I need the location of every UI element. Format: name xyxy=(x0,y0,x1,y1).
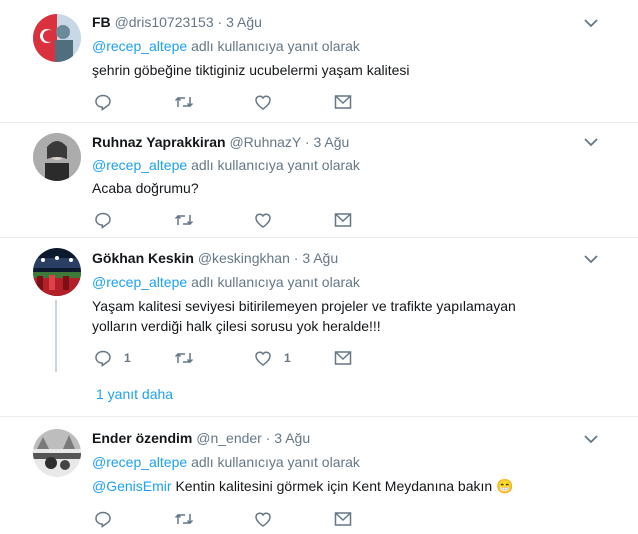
tweet-4[interactable]: Ender özendim @n_ender · 3 Ağu @recep_al… xyxy=(0,417,638,534)
reply-prefix: adlı kullanıcıya yanıt olarak xyxy=(191,274,360,290)
reply-icon xyxy=(95,350,111,367)
retweet-icon xyxy=(174,214,194,226)
reply-icon xyxy=(95,94,111,111)
reply-context: @recep_altepe adlı kullanıcıya yanıt ola… xyxy=(92,38,360,54)
handle[interactable]: @RuhnazY xyxy=(229,134,301,150)
dm-button[interactable] xyxy=(334,348,352,368)
tweet-text: @GenisEmir Kentin kalitesini görmek için… xyxy=(92,476,562,496)
retweet-button[interactable] xyxy=(174,348,194,368)
timestamp[interactable]: 3 Ağu xyxy=(274,430,310,446)
reply-button[interactable] xyxy=(94,210,112,230)
reply-context: @recep_altepe adlı kullanıcıya yanıt ola… xyxy=(92,274,360,290)
chevron-down-icon[interactable] xyxy=(584,254,598,264)
like-icon xyxy=(255,213,271,228)
timestamp[interactable]: 3 Ağu xyxy=(302,250,338,266)
retweet-button[interactable] xyxy=(174,92,194,112)
more-replies-link[interactable]: 1 yanıt daha xyxy=(96,386,173,402)
tweet-text: Yaşam kalitesi seviyesi bitirilemeyen pr… xyxy=(92,298,516,334)
reply-context: @recep_altepe adlı kullanıcıya yanıt ola… xyxy=(92,157,360,173)
dm-button[interactable] xyxy=(334,210,352,230)
display-name[interactable]: Ender özendim xyxy=(92,430,192,446)
like-button[interactable]: 1 xyxy=(254,348,291,368)
dm-icon xyxy=(334,213,352,227)
display-name[interactable]: FB xyxy=(92,14,111,30)
dm-button[interactable] xyxy=(334,509,352,529)
like-button[interactable] xyxy=(254,210,272,230)
reply-count: 1 xyxy=(124,351,131,365)
tweet-text: şehrin göbeğine tiktiginiz ucubelermi ya… xyxy=(92,62,410,78)
reply-icon xyxy=(95,212,111,229)
dm-icon xyxy=(334,351,352,365)
handle[interactable]: @keskingkhan xyxy=(198,250,290,266)
like-icon xyxy=(255,95,271,110)
tweet-2[interactable]: Ruhnaz Yaprakkiran @RuhnazY · 3 Ağu @rec… xyxy=(0,123,638,237)
dm-button[interactable] xyxy=(334,92,352,112)
reply-mention-link[interactable]: @recep_altepe xyxy=(92,157,187,173)
retweet-button[interactable] xyxy=(174,509,194,529)
timestamp[interactable]: 3 Ağu xyxy=(226,14,262,30)
avatar[interactable] xyxy=(33,133,81,181)
thread-line xyxy=(55,300,57,372)
reply-prefix: adlı kullanıcıya yanıt olarak xyxy=(191,454,360,470)
retweet-icon xyxy=(174,96,194,108)
tweet-actions xyxy=(92,210,572,230)
tweet-header: Ender özendim @n_ender · 3 Ağu xyxy=(92,430,311,446)
reply-prefix: adlı kullanıcıya yanıt olarak xyxy=(191,157,360,173)
timestamp[interactable]: 3 Ağu xyxy=(313,134,349,150)
reply-button[interactable] xyxy=(94,509,112,529)
handle[interactable]: @dris10723153 xyxy=(115,14,214,30)
handle[interactable]: @n_ender xyxy=(196,430,262,446)
tweet-header: Ruhnaz Yaprakkiran @RuhnazY · 3 Ağu xyxy=(92,134,350,150)
reply-mention-link[interactable]: @recep_altepe xyxy=(92,454,187,470)
dm-icon xyxy=(334,95,352,109)
grinning-emoji: 😁 xyxy=(496,478,514,494)
like-icon xyxy=(255,512,271,527)
avatar[interactable] xyxy=(33,248,81,296)
like-count: 1 xyxy=(284,351,291,365)
avatar[interactable] xyxy=(33,429,81,477)
display-name[interactable]: Ruhnaz Yaprakkiran xyxy=(92,134,226,150)
display-name[interactable]: Gökhan Keskin xyxy=(92,250,194,266)
reply-prefix: adlı kullanıcıya yanıt olarak xyxy=(191,38,360,54)
retweet-icon xyxy=(174,352,194,364)
reply-button[interactable] xyxy=(94,92,112,112)
tweet-header: FB @dris10723153 · 3 Ağu xyxy=(92,14,262,30)
chevron-down-icon[interactable] xyxy=(584,137,598,147)
retweet-button[interactable] xyxy=(174,210,194,230)
avatar[interactable] xyxy=(33,14,81,62)
tweet-text: Acaba doğrumu? xyxy=(92,180,199,196)
mention-link[interactable]: @GenisEmir xyxy=(92,478,172,494)
reply-mention-link[interactable]: @recep_altepe xyxy=(92,38,187,54)
reply-context: @recep_altepe adlı kullanıcıya yanıt ola… xyxy=(92,454,360,470)
chevron-down-icon[interactable] xyxy=(584,434,598,444)
reply-mention-link[interactable]: @recep_altepe xyxy=(92,274,187,290)
reply-button[interactable]: 1 xyxy=(94,348,131,368)
tweet-body: Kentin kalitesini görmek için Kent Meyda… xyxy=(175,478,493,494)
tweet-1[interactable]: FB @dris10723153 · 3 Ağu @recep_altepe a… xyxy=(0,0,638,122)
like-button[interactable] xyxy=(254,509,272,529)
tweet-3[interactable]: Gökhan Keskin @keskingkhan · 3 Ağu @rece… xyxy=(0,238,638,416)
dm-icon xyxy=(334,512,352,526)
retweet-icon xyxy=(174,513,194,525)
tweet-actions xyxy=(92,509,572,529)
reply-icon xyxy=(95,511,111,528)
like-button[interactable] xyxy=(254,92,272,112)
tweet-header: Gökhan Keskin @keskingkhan · 3 Ağu xyxy=(92,250,339,266)
like-icon xyxy=(255,351,271,366)
tweet-actions: 1 1 xyxy=(92,348,572,368)
tweet-actions xyxy=(92,92,572,112)
chevron-down-icon[interactable] xyxy=(584,18,598,28)
